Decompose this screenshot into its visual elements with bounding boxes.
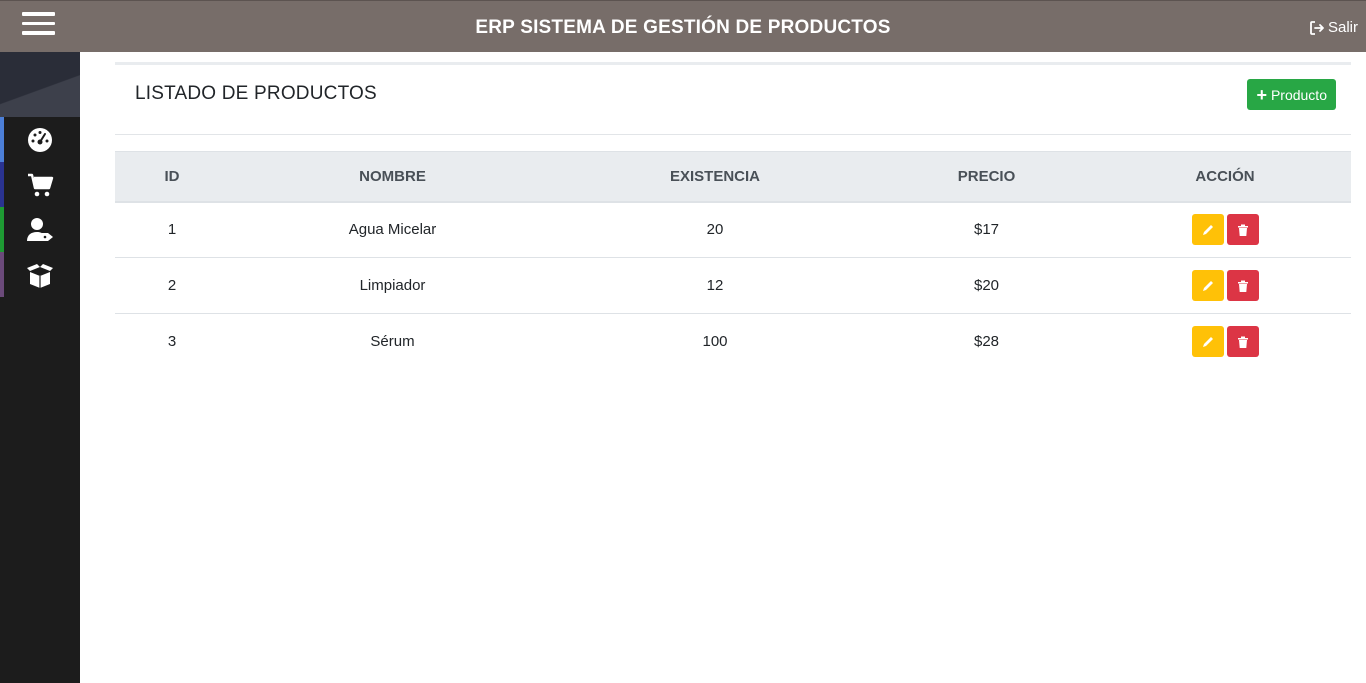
column-header-stock: EXISTENCIA (669, 167, 760, 185)
card-header: LISTADO DE PRODUCTOS + Producto (115, 65, 1351, 135)
cell-stock: 100 (702, 333, 728, 351)
cell-name: Agua Micelar (348, 221, 437, 239)
table-row: 1 Agua Micelar 20 $17 (115, 202, 1351, 258)
cell-actions (1099, 314, 1351, 370)
sidebar-header (0, 52, 80, 117)
main-content: LISTADO DE PRODUCTOS + Producto ID NOMBR… (115, 62, 1351, 358)
column-header-name: NOMBRE (359, 167, 426, 185)
cell-id: 3 (167, 333, 177, 351)
box-open-icon (27, 263, 53, 288)
cell-price: $17 (973, 221, 1000, 239)
cell-id: 1 (167, 221, 177, 239)
sidebar-item-clients[interactable] (0, 207, 80, 252)
cart-icon (28, 173, 54, 196)
column-header-price: PRECIO (957, 167, 1016, 185)
cell-name: Limpiador (359, 277, 426, 294)
cell-name: Sérum (370, 333, 415, 351)
trash-icon (1237, 224, 1248, 236)
sidebar-item-sales[interactable] (0, 162, 80, 207)
table-row: 2 Limpiador 12 $20 (115, 258, 1351, 314)
delete-button[interactable] (1226, 326, 1259, 358)
cell-stock: 20 (706, 221, 724, 239)
app-title: ERP SISTEMA DE GESTIÓN DE PRODUCTOS (475, 17, 891, 38)
sign-out-icon (1310, 20, 1324, 35)
pencil-icon (1202, 336, 1213, 347)
plus-icon: + (1256, 84, 1267, 105)
sidebar-item-products[interactable] (0, 252, 80, 297)
edit-button[interactable] (1191, 326, 1224, 358)
user-tag-icon (27, 217, 53, 241)
cell-stock: 12 (706, 277, 724, 294)
logout-button[interactable]: Salir (1309, 19, 1358, 36)
cell-price: $28 (973, 333, 1000, 351)
column-header-id: ID (164, 167, 180, 185)
top-navbar: ERP SISTEMA DE GESTIÓN DE PRODUCTOS Sali… (0, 0, 1366, 52)
products-table: ID NOMBRE EXISTENCIA PRECIO ACCIÓN 1 Agu… (115, 151, 1351, 370)
add-product-label: Producto (1270, 86, 1327, 103)
dashboard-icon (28, 127, 52, 152)
pencil-icon (1202, 224, 1213, 235)
edit-button[interactable] (1191, 270, 1224, 301)
pencil-icon (1202, 280, 1213, 291)
add-product-button[interactable]: + Producto (1247, 79, 1336, 110)
page-title: LISTADO DE PRODUCTOS (135, 83, 377, 104)
trash-icon (1237, 336, 1248, 348)
cell-id: 2 (167, 277, 177, 294)
edit-button[interactable] (1191, 214, 1224, 246)
cell-actions (1099, 258, 1351, 314)
cell-actions (1099, 202, 1351, 258)
column-header-action: ACCIÓN (1195, 167, 1255, 185)
delete-button[interactable] (1226, 214, 1259, 246)
sidebar (0, 52, 80, 683)
cell-price: $20 (973, 277, 1000, 294)
sidebar-item-dashboard[interactable] (0, 117, 80, 162)
delete-button[interactable] (1226, 270, 1259, 301)
table-row: 3 Sérum 100 $28 (115, 314, 1351, 370)
trash-icon (1237, 280, 1248, 292)
table-header-row: ID NOMBRE EXISTENCIA PRECIO ACCIÓN (115, 151, 1351, 202)
logout-label: Salir (1327, 19, 1358, 36)
